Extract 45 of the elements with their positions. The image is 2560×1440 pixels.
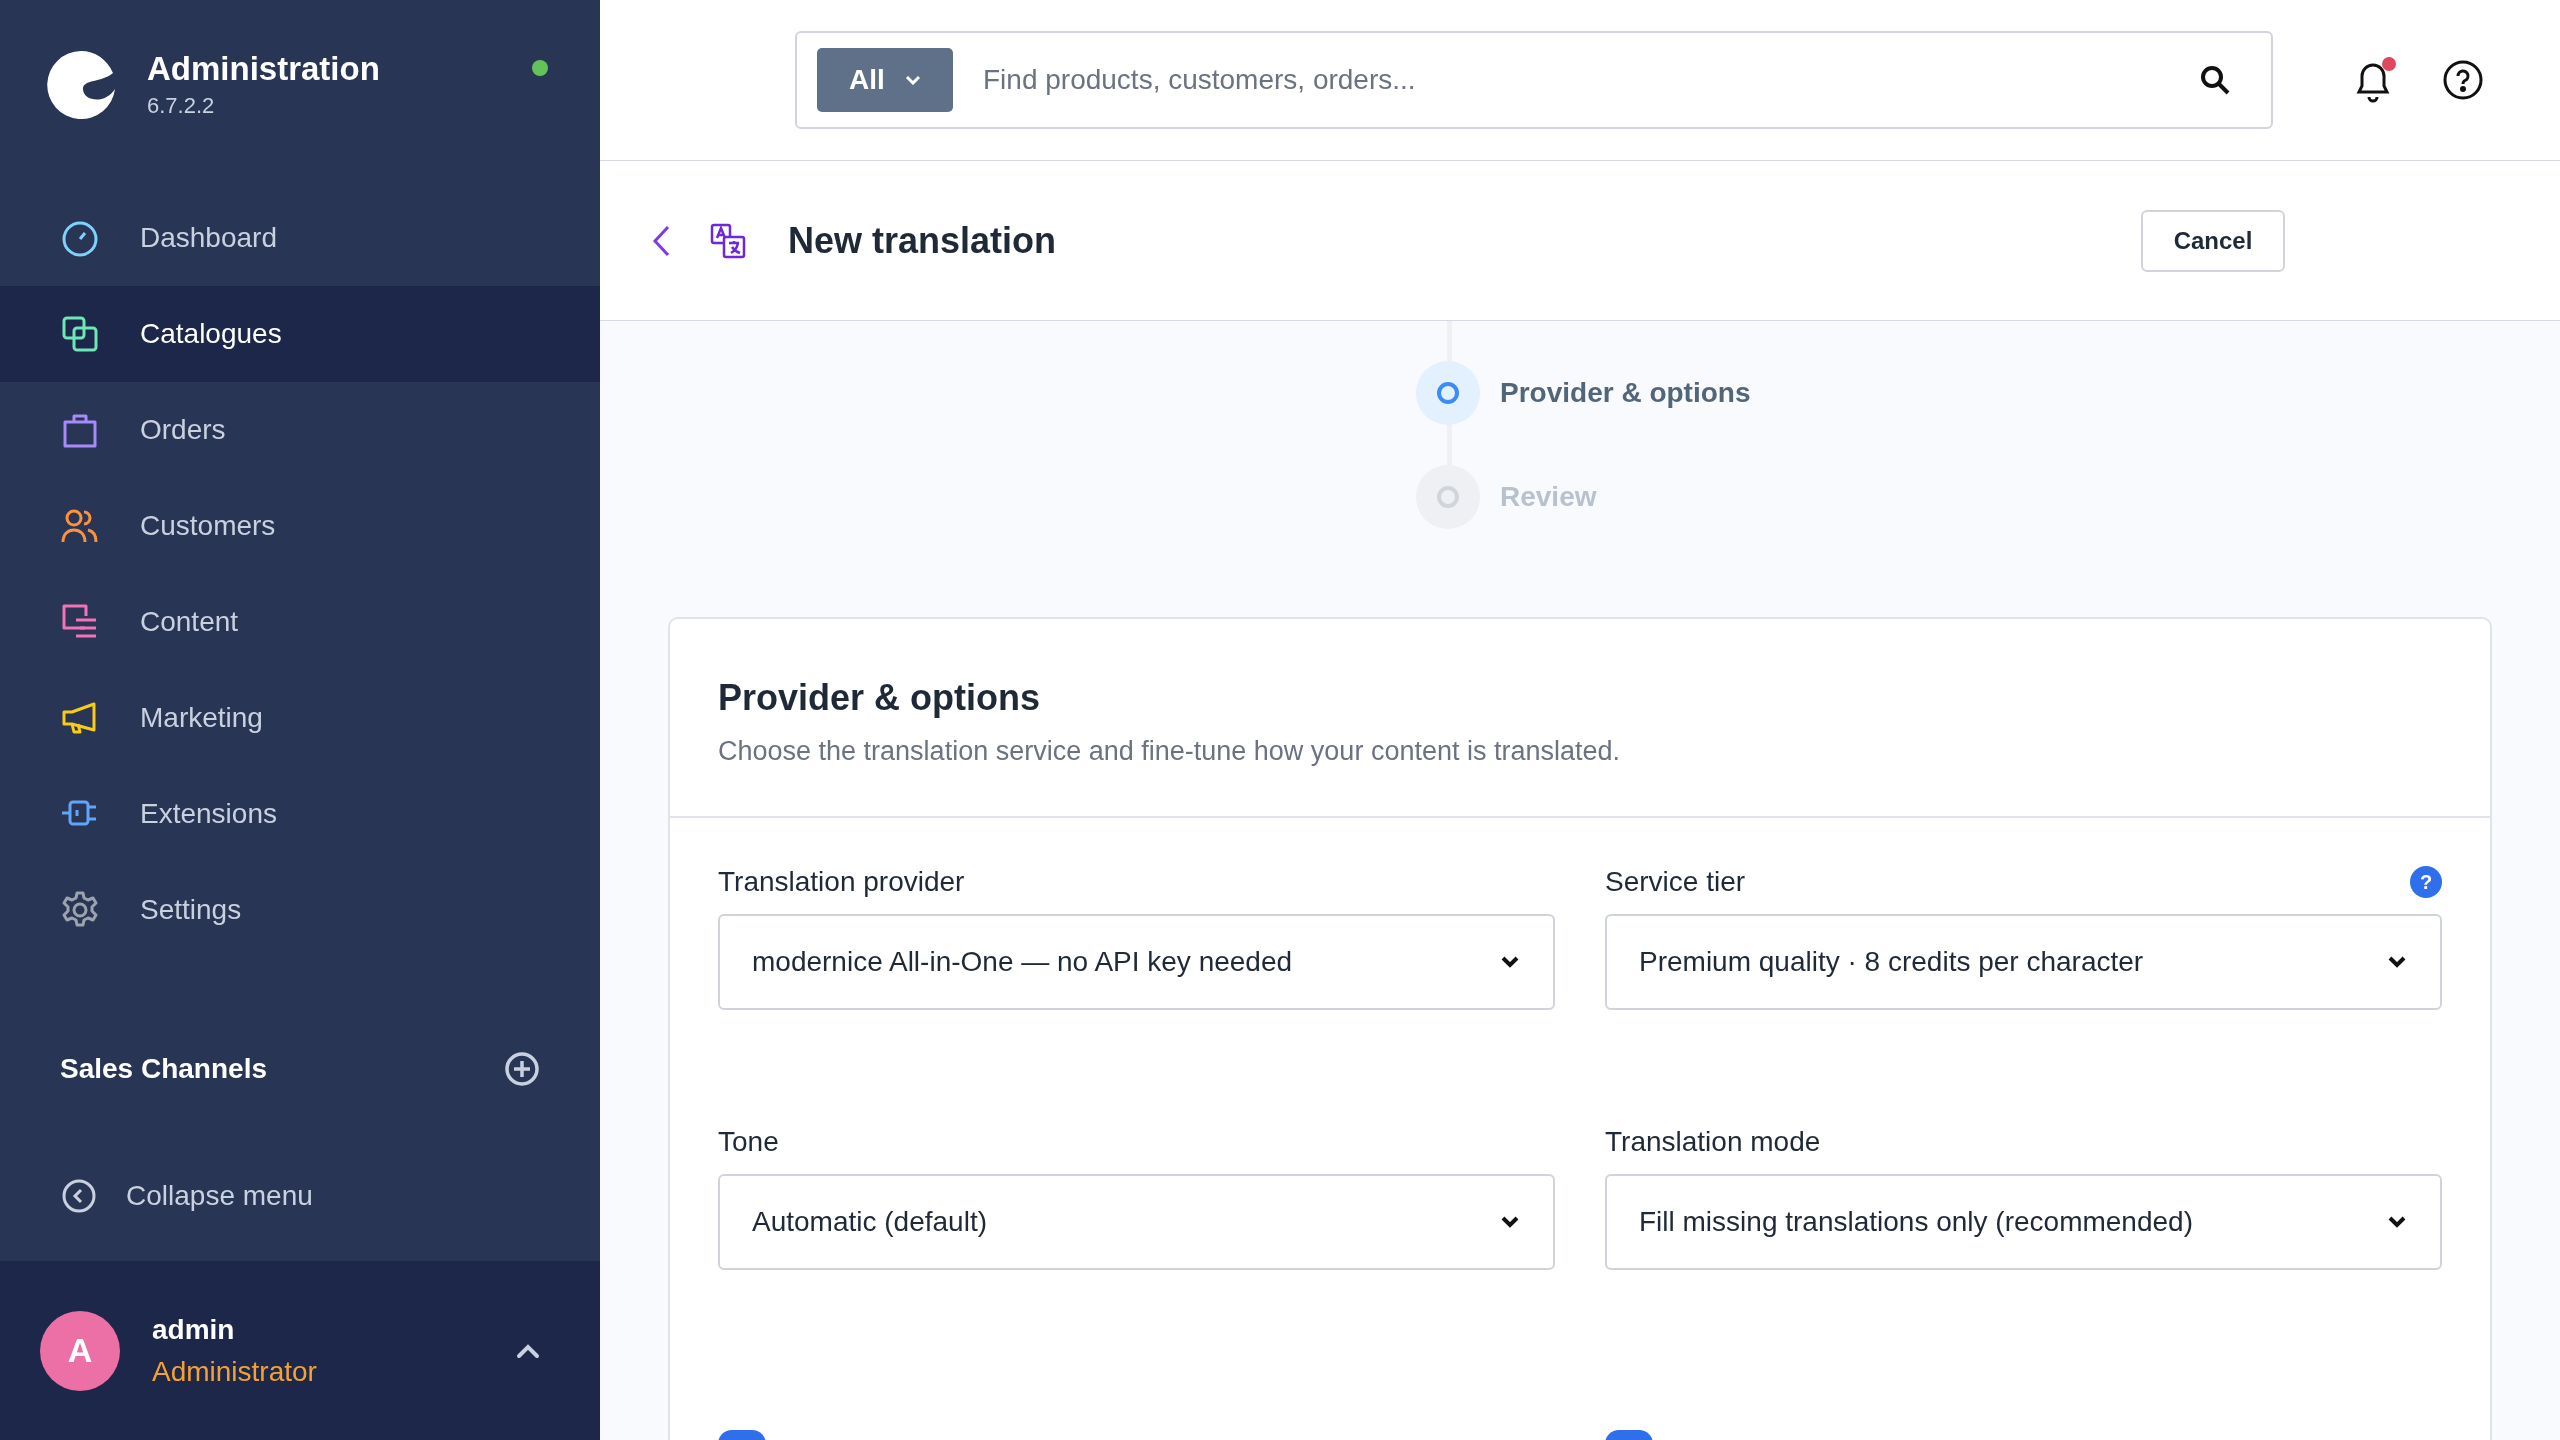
back-icon[interactable] [650, 223, 672, 258]
section-title: Sales Channels [60, 1052, 267, 1086]
translate-icon [710, 222, 746, 259]
user-name: admin [152, 1312, 236, 1347]
chevron-down-icon [2388, 1215, 2406, 1228]
logo-icon [45, 49, 117, 121]
help-icon[interactable]: ? [2410, 865, 2442, 898]
nav-item[interactable]: Marketing [0, 670, 600, 766]
nav-item[interactable]: Extensions [0, 766, 600, 862]
user-role: Administrator [152, 1354, 318, 1389]
field-label: Service tier [1605, 864, 1746, 899]
nav-item[interactable]: Catalogues [0, 286, 600, 382]
field-label: Translation mode [1605, 1124, 1821, 1159]
search-input: Find products, customers, orders... [983, 59, 2199, 101]
step-label: Provider & options [1500, 376, 1751, 410]
chevron-left-icon [62, 1179, 96, 1213]
chevron-down-icon [2388, 955, 2406, 968]
field-label: Tone [718, 1124, 779, 1159]
select-field[interactable]: Automatic (default) [718, 1173, 1555, 1270]
search-field[interactable]: All Find products, customers, orders... [795, 31, 2273, 129]
select-field[interactable]: Fill missing translations only (recommended) [1605, 1173, 2442, 1270]
card-description: Choose the translation service and fine-tune how your content is translated. [718, 735, 1622, 768]
search-icon[interactable] [2199, 64, 2231, 96]
chevron-up-icon[interactable] [516, 1342, 540, 1359]
card-title: Provider & options [718, 676, 1042, 720]
select-field[interactable]: Premium quality · 8 credits per character [1605, 913, 2442, 1010]
step-label: Review [1500, 480, 1597, 514]
field-label: Translation provider [718, 864, 965, 899]
version-text: 6.7.2.2 [147, 92, 216, 121]
cancel-button[interactable]: Cancel [2141, 209, 2285, 272]
scope-dropdown[interactable]: All [817, 48, 953, 112]
add-icon[interactable] [504, 1051, 540, 1087]
collapse-menu-button[interactable]: Collapse menu [62, 1175, 313, 1217]
select-field[interactable]: modernice All-in-One — no API key needed [718, 913, 1555, 1010]
nav-item[interactable]: Content [0, 574, 600, 670]
chevron-down-icon [904, 75, 921, 85]
help-icon[interactable] [2442, 59, 2484, 101]
page-title: New translation [788, 218, 1057, 263]
nav-item[interactable]: Dashboard [0, 190, 600, 286]
chevron-down-icon [1501, 955, 1519, 968]
nav-item[interactable]: Customers [0, 478, 600, 574]
app-title: Administration [147, 48, 381, 89]
nav-item[interactable]: Settings [0, 862, 600, 958]
nav-item[interactable]: Orders [0, 382, 600, 478]
chevron-down-icon [1501, 1215, 1519, 1228]
